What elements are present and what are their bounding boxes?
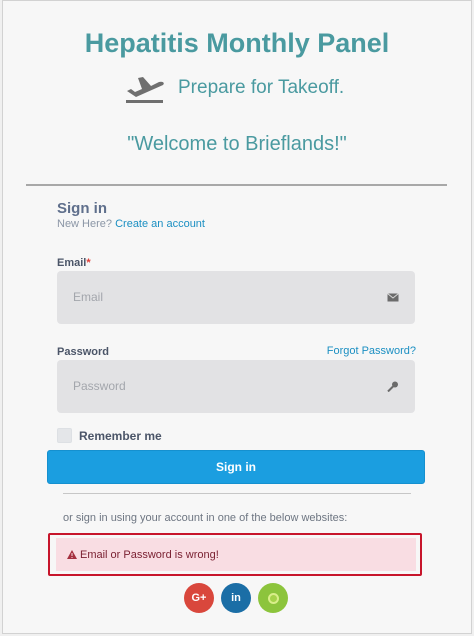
alt-signin-text: or sign in using your account in one of …	[63, 512, 348, 524]
create-account-link[interactable]: Create an account	[115, 218, 205, 230]
required-mark: *	[86, 257, 91, 269]
envelope-icon	[387, 293, 399, 302]
orcid-button[interactable]	[258, 583, 288, 613]
forgot-password-link[interactable]: Forgot Password?	[327, 345, 416, 357]
email-field[interactable]: Email	[57, 271, 415, 324]
remember-me-label: Remember me	[79, 428, 162, 443]
tagline: Prepare for Takeoff.	[178, 77, 345, 98]
email-label-text: Email	[57, 257, 87, 269]
error-alert: Email or Password is wrong!	[56, 538, 416, 571]
email-placeholder: Email	[73, 290, 104, 304]
new-here-text: New Here?	[57, 218, 113, 230]
password-placeholder: Password	[73, 379, 126, 393]
key-icon	[387, 381, 398, 392]
signin-heading: Sign in	[57, 200, 107, 217]
linkedin-button[interactable]: in	[221, 583, 251, 613]
remember-me[interactable]: Remember me	[57, 428, 162, 443]
welcome-message: "Welcome to Brieflands!"	[127, 133, 347, 155]
divider	[63, 493, 411, 494]
linkedin-icon: in	[231, 592, 241, 604]
email-label: Email*	[57, 257, 91, 269]
google-plus-icon: G+	[191, 592, 207, 604]
password-label: Password	[57, 346, 109, 358]
airplane-takeoff-icon	[126, 77, 164, 103]
tagline-row: Prepare for Takeoff.	[124, 68, 344, 108]
divider	[26, 184, 447, 186]
new-here-line: New Here? Create an account	[57, 218, 205, 230]
orcid-icon	[267, 592, 279, 604]
password-field[interactable]: Password	[57, 360, 415, 413]
page-title: Hepatitis Monthly Panel	[84, 28, 390, 58]
error-message: Email or Password is wrong!	[80, 548, 219, 561]
warning-icon	[67, 550, 77, 559]
google-plus-button[interactable]: G+	[184, 583, 214, 613]
signin-button[interactable]: Sign in	[47, 450, 425, 484]
remember-me-checkbox[interactable]	[57, 428, 72, 443]
